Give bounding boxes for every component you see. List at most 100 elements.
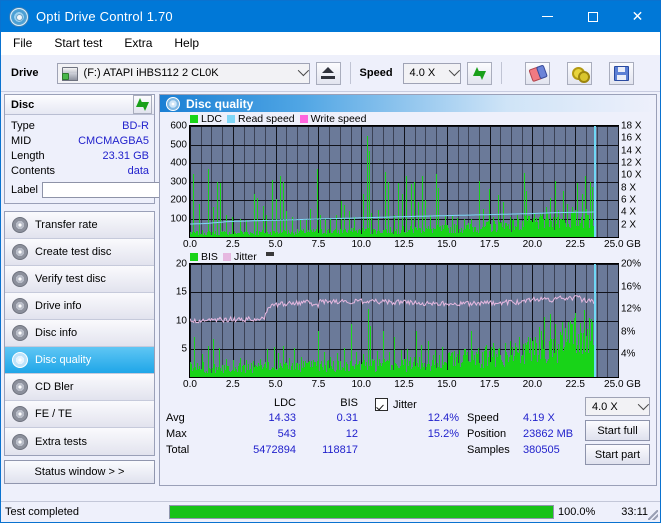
speed-value: 4.19 X <box>523 412 555 424</box>
toolbar-divider-2 <box>500 62 502 84</box>
disc-row-value: 23.31 GB <box>102 149 149 162</box>
disc-row-key: MID <box>11 134 32 147</box>
ldc-plot-area[interactable]: 100 200 300 400 500 600 2 X4 X6 X8 X 10 X 12 X 14… <box>170 121 641 251</box>
stats-table: LDC BIS Avg 14.33 0.31 Max 543 12 Total … <box>160 397 375 465</box>
menu-item-extra[interactable]: Extra <box>122 35 154 51</box>
disc-icon <box>12 298 28 314</box>
drive-select[interactable]: (F:) ATAPI iHBS112 2 CL0K <box>56 62 310 84</box>
title-bar: Opti Drive Control 1.70 ✕ <box>1 1 660 32</box>
y2-tick-label: 2 X <box>621 219 637 231</box>
refresh-icon <box>472 66 487 81</box>
sidebar-item-disc-info[interactable]: Disc info <box>5 320 154 347</box>
sidebar-item-verify-test-disc[interactable]: Verify test disc <box>5 266 154 293</box>
settings-button[interactable] <box>566 61 592 85</box>
status-window-button[interactable]: Status window > > <box>4 460 155 484</box>
sidebar-item-create-test-disc[interactable]: Create test disc <box>5 239 154 266</box>
menu-item-start-test[interactable]: Start test <box>52 35 104 51</box>
x-tick-label: 10.0 <box>351 239 371 250</box>
sidebar-item-disc-quality[interactable]: Disc quality <box>5 347 154 374</box>
start-full-button[interactable]: Start full <box>585 420 650 441</box>
x-tick-label: 22.5 <box>565 379 585 390</box>
x-tick-label: 25.0 GB <box>604 239 641 250</box>
position-row: Position 23862 MB <box>467 428 585 444</box>
sidebar-item-label: FE / TE <box>35 408 73 420</box>
bis-plot-area[interactable]: 5 10 15 20 4% 8% 12% 16% 20% 0.0 2.5 5.0 7.5 10.0 12.5… <box>176 259 641 391</box>
maximize-button[interactable] <box>570 1 615 32</box>
disc-row-key: Type <box>11 119 35 132</box>
jitter-label: Jitter <box>393 398 417 411</box>
test-speed-select[interactable]: 4.0 X <box>585 397 650 416</box>
close-icon: ✕ <box>631 8 644 25</box>
legend-swatch-icon <box>190 114 198 123</box>
legend-swatch-icon <box>299 114 308 123</box>
drive-select-value: (F:) ATAPI iHBS112 2 CL0K <box>83 67 219 79</box>
chevron-down-icon <box>297 64 309 77</box>
disc-row-length: Length 23.31 GB <box>11 148 149 163</box>
sidebar-item-fe-te[interactable]: FE / TE <box>5 401 154 428</box>
disc-icon <box>12 244 28 260</box>
disc-refresh-button[interactable] <box>133 95 152 114</box>
close-button[interactable]: ✕ <box>615 1 660 32</box>
disc-label-key: Label <box>11 183 38 196</box>
progress-percent: 100.0% <box>558 506 596 518</box>
x-tick-label: 10.0 <box>351 379 371 390</box>
y2-tick-label: 12% <box>621 303 642 315</box>
stats-value-ldc: 543 <box>277 428 296 440</box>
legend-item-write-speed: Write speed <box>299 112 367 125</box>
x-tick-label: 7.5 <box>311 379 326 390</box>
position-label: Position <box>467 428 507 440</box>
disc-row-value: data <box>127 164 149 177</box>
y2-tick-label: 12 X <box>621 157 642 169</box>
y-tick-label: 100 <box>170 213 187 224</box>
disc-icon <box>12 352 28 368</box>
ldc-chart: LDC Read speed Write speed 100 200 300 400 5… <box>160 112 656 251</box>
read-speed-line <box>190 211 594 225</box>
minimize-button[interactable] <box>525 1 570 32</box>
disc-row-contents: Contents data <box>11 163 149 178</box>
gears-icon <box>571 66 590 83</box>
sidebar-item-transfer-rate[interactable]: Transfer rate <box>5 212 154 239</box>
maximize-icon <box>587 11 598 22</box>
sidebar-item-cd-bler[interactable]: CD Bler <box>5 374 154 401</box>
speed-select[interactable]: 4.0 X <box>402 62 461 84</box>
jitter-avg-value: 12.4% <box>427 412 459 424</box>
refresh-button[interactable] <box>466 61 492 85</box>
erase-button[interactable] <box>524 61 550 85</box>
sidebar-item-label: Verify test disc <box>35 273 106 285</box>
progress-bar <box>169 505 554 519</box>
jitter-column: Jitter 12.4% 15.2% <box>375 397 467 465</box>
sidebar-item-extra-tests[interactable]: Extra tests <box>5 428 154 455</box>
window-controls: ✕ <box>525 1 660 32</box>
x-tick-label: 5.0 <box>268 379 283 390</box>
drive-label: Drive <box>11 67 39 79</box>
x-tick-label: 20.0 <box>522 379 543 390</box>
stats-value-bis: 118817 <box>322 444 358 456</box>
disc-quality-panel: Disc quality LDC Read speed Write speed … <box>159 94 657 486</box>
test-nav-list: Transfer rate Create test disc Verify te… <box>4 211 155 456</box>
samples-label: Samples <box>467 444 510 456</box>
jitter-checkbox[interactable] <box>375 398 388 411</box>
legend-label: Write speed <box>310 112 367 125</box>
start-part-button[interactable]: Start part <box>585 444 650 465</box>
x-tick-label: 2.5 <box>225 379 240 390</box>
y2-tick-label: 4 X <box>621 206 637 218</box>
stats-value-bis: 0.31 <box>336 412 358 424</box>
speed-row: Speed 4.19 X <box>467 412 585 428</box>
resize-grip[interactable] <box>648 510 658 520</box>
speed-label: Speed <box>467 412 499 424</box>
save-button[interactable] <box>608 61 634 85</box>
main-body: Disc Type BD-R MID CMCMAGBA5 Length 23.3… <box>1 92 660 488</box>
y2-tick-label: 10 X <box>621 169 642 181</box>
disc-row-value: CMCMAGBA5 <box>78 134 149 147</box>
disc-panel-title: Disc <box>11 98 35 111</box>
disc-label-row: Label <box>11 180 246 199</box>
status-bar: Test completed 100.0% 33:11 <box>1 501 660 522</box>
menu-item-help[interactable]: Help <box>172 35 201 51</box>
disc-panel-header: Disc <box>5 95 154 115</box>
stats-col-bis: BIS <box>340 397 358 409</box>
menu-item-file[interactable]: File <box>11 35 34 51</box>
eject-button[interactable] <box>315 61 341 85</box>
sidebar-item-drive-info[interactable]: Drive info <box>5 293 154 320</box>
y-tick-label: 300 <box>170 176 187 187</box>
legend-label: BIS <box>201 250 218 263</box>
